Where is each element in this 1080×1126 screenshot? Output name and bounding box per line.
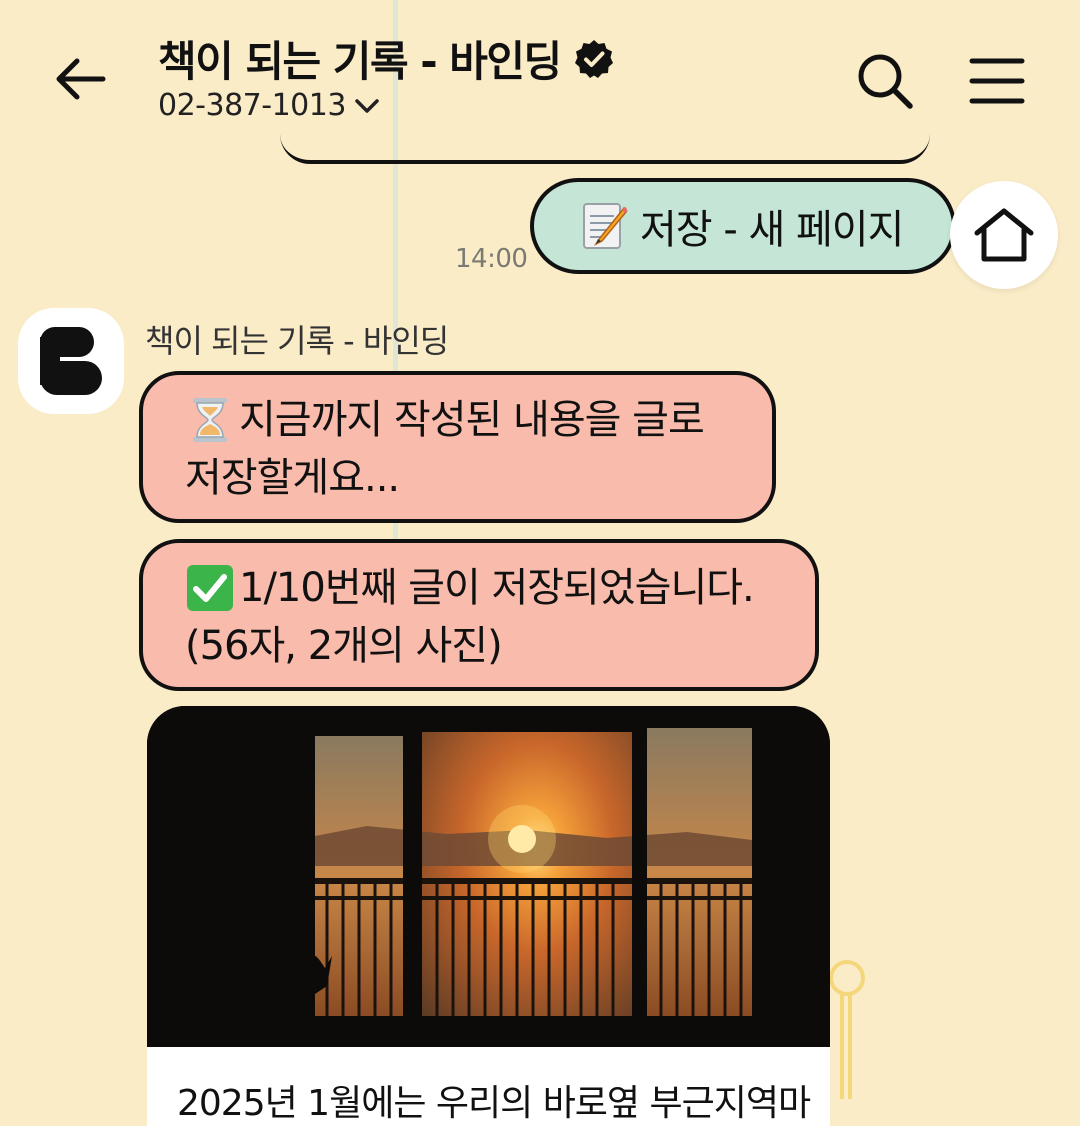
card-caption: 2025년 1월에는 우리의 바로옆 부근지역마 bbox=[177, 1083, 811, 1124]
bot-message-bubble[interactable]: 1/10번째 글이 저장되었습니다. (56자, 2개의 사진) bbox=[139, 539, 819, 691]
memo-icon bbox=[583, 203, 628, 249]
message-text: 저장할게요... bbox=[185, 455, 400, 501]
my-message-text: 저장 - 새 페이지 bbox=[640, 207, 904, 253]
search-button[interactable] bbox=[852, 48, 918, 114]
background-decoration-stem bbox=[840, 995, 852, 1099]
bot-avatar[interactable] bbox=[18, 308, 124, 414]
my-message-row: 14:00 저장 - 새 페이지 bbox=[440, 178, 960, 278]
background-decoration-ring bbox=[829, 960, 865, 996]
bot-message-bubble[interactable]: 지금까지 작성된 내용을 글로 저장할게요... bbox=[139, 371, 776, 523]
message-text: (56자, 2개의 사진) bbox=[185, 623, 503, 669]
hourglass-icon bbox=[193, 398, 227, 442]
sunset-window-photo bbox=[147, 706, 830, 1047]
menu-button[interactable] bbox=[964, 48, 1030, 114]
image-card[interactable]: 2025년 1월에는 우리의 바로옆 부근지역마 bbox=[147, 706, 830, 1126]
binding-logo-icon bbox=[40, 327, 102, 395]
arrow-left-icon bbox=[56, 58, 106, 100]
home-button[interactable] bbox=[950, 181, 1058, 289]
my-message-bubble[interactable]: 저장 - 새 페이지 bbox=[530, 178, 956, 274]
message-text: 1/10번째 글이 저장되었습니다. bbox=[239, 565, 755, 611]
search-icon bbox=[858, 54, 913, 109]
home-icon bbox=[974, 208, 1034, 262]
sender-name: 책이 되는 기록 - 바인딩 bbox=[145, 322, 449, 360]
check-mark-button-icon bbox=[187, 565, 233, 611]
chat-title-group[interactable]: 책이 되는 기록 - 바인딩 bbox=[158, 28, 615, 89]
chat-title: 책이 되는 기록 - 바인딩 bbox=[158, 37, 562, 86]
verified-badge-icon bbox=[574, 39, 613, 78]
hamburger-menu-icon bbox=[969, 58, 1025, 104]
back-button[interactable] bbox=[44, 44, 114, 114]
message-text: 지금까지 작성된 내용을 글로 bbox=[239, 397, 705, 443]
previous-message-bubble bbox=[280, 110, 930, 164]
message-time: 14:00 bbox=[455, 244, 528, 274]
